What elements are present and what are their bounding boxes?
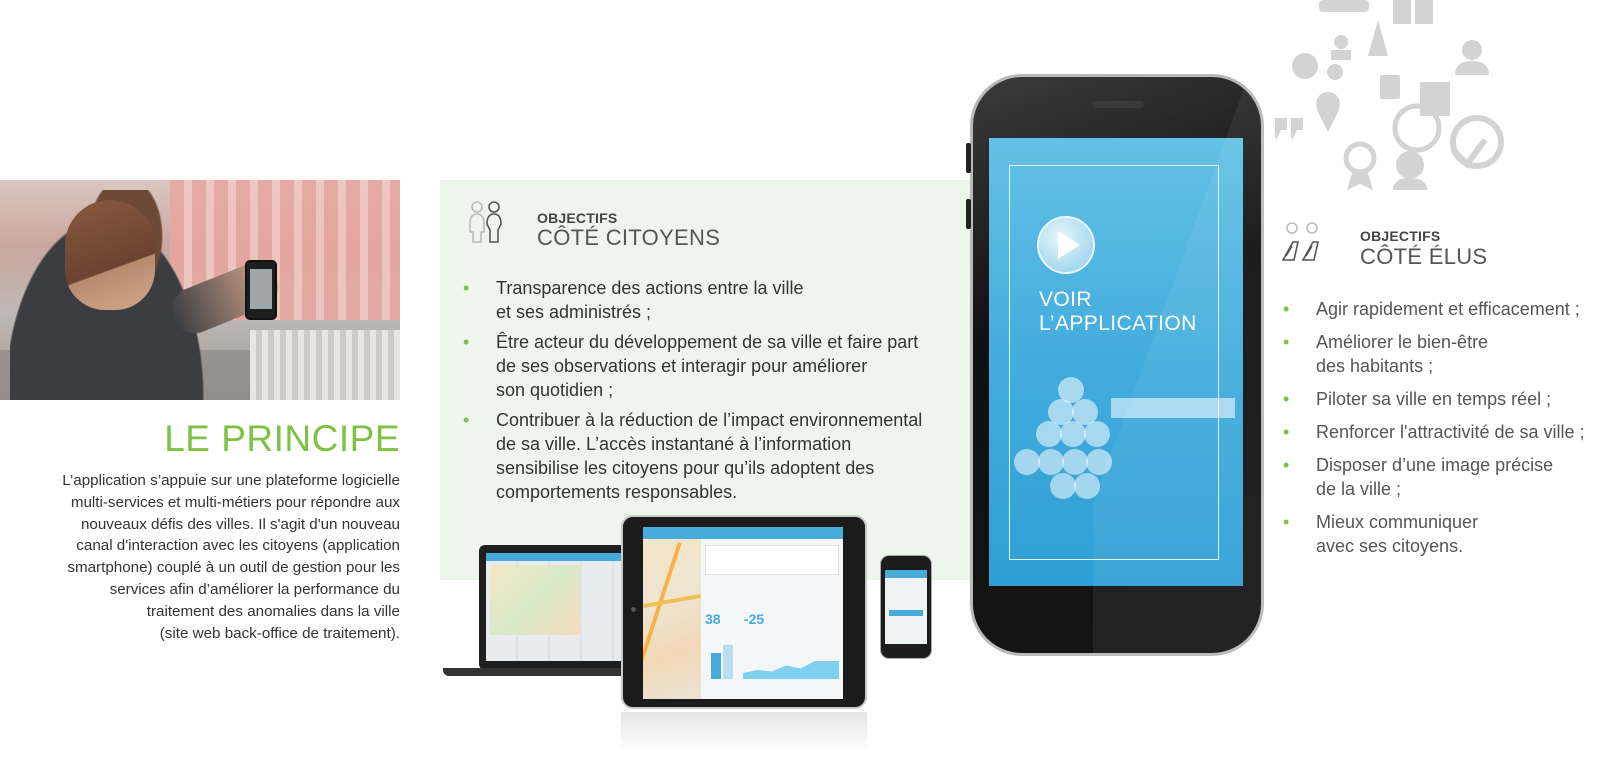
tablet-area-chart (743, 652, 839, 679)
small-phone-mockup (880, 555, 932, 659)
tablet-reflection (621, 712, 867, 752)
list-item-line: avec ses citoyens. (1316, 536, 1464, 556)
list-item: Mieux communiquer avec ses citoyens. (1283, 510, 1585, 558)
elus-label: OBJECTIFS (1360, 228, 1441, 244)
phone-side-button (966, 199, 971, 229)
laptop-screen (486, 553, 642, 661)
people-icon (469, 201, 502, 243)
tablet-topbar (643, 527, 843, 539)
citoyens-heading: OBJECTIFS CÔTÉ CITOYENS (537, 210, 720, 250)
hero-photo (0, 180, 400, 400)
cta-line[interactable]: L’APPLICATION (1039, 312, 1197, 336)
tablet-camera (631, 607, 636, 612)
tablet-stats: 38 -25 (705, 611, 764, 627)
cta-line[interactable]: VOIR (1039, 288, 1197, 312)
small-phone-screen (885, 570, 927, 644)
list-item: Améliorer le bien-être des habitants ; (1283, 330, 1585, 378)
principe-line: canal d'interaction avec les citoyens (a… (76, 537, 400, 555)
citoyens-label: OBJECTIFS (537, 210, 618, 226)
elus-list: Agir rapidement et efficacement ; Amélio… (1283, 297, 1585, 567)
principe-title: LE PRINCIPE (164, 418, 400, 459)
list-item: Piloter sa ville en temps réel ; (1283, 387, 1585, 411)
principe-line: services afin d’améliorer la performance… (109, 580, 400, 598)
principe-line: nouveaux défis des villes. Il s'agit d'u… (80, 515, 400, 533)
tablet-stat-1: 38 (705, 611, 721, 627)
list-item-line: de sa ville. L’accès instantané à l’info… (496, 434, 852, 454)
list-item-line: des habitants ; (1316, 356, 1434, 376)
tablet-panel (705, 545, 839, 575)
principe-line: multi-services et multi-métiers pour rép… (70, 493, 400, 511)
elus-heading: OBJECTIFS CÔTÉ ÉLUS (1360, 228, 1487, 270)
list-item-line: Agir rapidement et efficacement ; (1316, 299, 1580, 319)
app-phone-mockup: VOIR L’APPLICATION (966, 74, 1269, 659)
list-item: Transparence des actions entre la ville … (463, 276, 922, 324)
laptop-map (490, 565, 580, 635)
photo-railing (250, 330, 400, 400)
list-item-line: Piloter sa ville en temps réel ; (1316, 389, 1552, 409)
list-item-line: Renforcer l'attractivité de sa ville ; (1316, 422, 1585, 442)
voir-application-link[interactable]: VOIR L’APPLICATION (1039, 288, 1197, 336)
officials-icon (1281, 222, 1319, 261)
principe-line: L’application s’appuie sur une plateform… (62, 472, 400, 489)
tablet-stat-2: -25 (743, 611, 765, 627)
photo-head (65, 200, 155, 310)
tablet-bar (711, 653, 721, 679)
list-item-line: de la ville ; (1316, 479, 1402, 499)
list-item-line: sensibilise les citoyens pour qu’ils ado… (496, 458, 875, 478)
principe-line: smartphone) couplé à un outil de gestion… (67, 559, 400, 577)
list-item-line: Transparence des actions entre la ville (496, 278, 804, 298)
list-item-line: comportements responsables. (496, 482, 738, 502)
list-item: Agir rapidement et efficacement ; (1283, 297, 1585, 321)
tablet-screen: 38 -25 (643, 527, 843, 699)
list-item: Disposer d’une image précise de la ville… (1283, 453, 1585, 501)
principe-line: traitement des anomalies dans la ville (146, 602, 400, 620)
list-item: Contribuer à la réduction de l’impact en… (463, 408, 922, 504)
city-services-icons (1275, 0, 1504, 190)
list-item-line: et ses administrés ; (496, 302, 652, 322)
list-item-line: son quotidien ; (496, 380, 614, 400)
list-item-line: de ses observations et interagir pour am… (496, 356, 868, 376)
list-item-line: Améliorer le bien-être (1316, 332, 1489, 352)
list-item-line: Disposer d’une image précise (1316, 455, 1554, 475)
citoyens-list: Transparence des actions entre la ville … (463, 276, 922, 510)
phone-side-button (966, 143, 971, 173)
citoyens-title: CÔTÉ CITOYENS (537, 225, 721, 250)
list-item: Renforcer l'attractivité de sa ville ; (1283, 420, 1585, 444)
tablet-bar (723, 645, 733, 679)
list-item-line: Contribuer à la réduction de l’impact en… (496, 410, 923, 430)
elus-title: CÔTÉ ÉLUS (1360, 244, 1488, 269)
phone-speaker (1092, 101, 1144, 108)
play-icon[interactable] (1037, 216, 1095, 274)
principe-line: (site web back-office de traitement). (159, 624, 400, 642)
tablet-map (643, 539, 701, 699)
list-item-line: Mieux communiquer (1316, 512, 1479, 532)
app-logo-icon (1014, 377, 1235, 499)
list-item-line: Être acteur du développement de sa ville… (496, 332, 919, 352)
laptop-mockup (443, 545, 653, 680)
principe-text: L’application s’appuie sur une plateform… (20, 470, 400, 644)
list-item: Être acteur du développement de sa ville… (463, 330, 922, 402)
photo-smartphone (245, 260, 277, 320)
app-screen: VOIR L’APPLICATION (989, 138, 1243, 586)
tablet-mockup: 38 -25 (621, 515, 867, 709)
